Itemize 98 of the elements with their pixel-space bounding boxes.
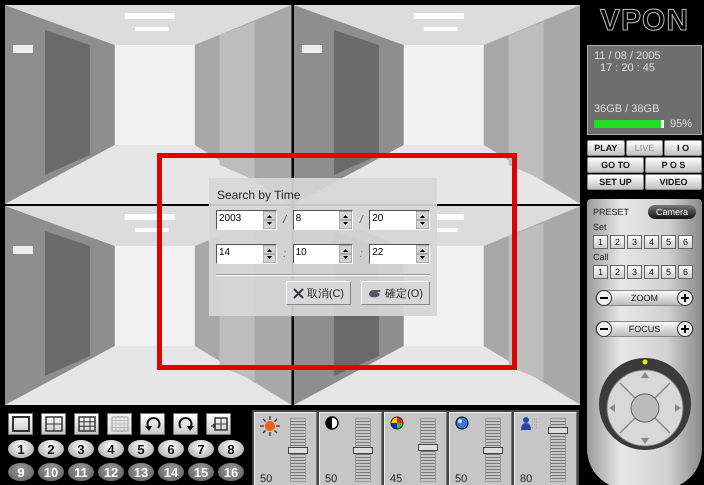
spin-arrows-icon	[262, 211, 276, 229]
call-label: Call	[593, 252, 610, 262]
preset-set-button[interactable]: 6	[678, 235, 693, 249]
decrease-button[interactable]	[596, 290, 612, 306]
channel-button[interactable]: 6	[158, 440, 184, 458]
layout-button[interactable]	[140, 413, 165, 435]
layout-button[interactable]	[173, 413, 198, 435]
mode-button[interactable]: VIDEO	[645, 174, 702, 190]
mode-button[interactable]: PLAY	[587, 140, 625, 156]
adjust-slider[interactable]	[355, 418, 371, 482]
rotate-right-icon	[176, 416, 194, 432]
time-separator: :	[358, 248, 364, 260]
channel-button[interactable]: 5	[128, 440, 154, 458]
preset-call-button[interactable]: 3	[627, 265, 642, 279]
preset-call-button[interactable]: 1	[593, 265, 608, 279]
picture-in-picture-icon	[210, 416, 228, 432]
slider-thumb[interactable]	[353, 447, 373, 454]
date-text: 11 / 08 / 2005	[594, 50, 662, 62]
spin-arrows-icon	[262, 245, 276, 263]
layout-button[interactable]	[41, 413, 66, 435]
adjust-value: 50	[260, 473, 274, 485]
layout-button[interactable]	[8, 413, 33, 435]
time-spin-field[interactable]: 10	[292, 244, 354, 264]
date-separator: /	[282, 214, 288, 226]
slider-thumb[interactable]	[483, 447, 503, 454]
adjust-value: 50	[325, 473, 338, 485]
preset-call-button[interactable]: 5	[661, 265, 676, 279]
preset-call-button[interactable]: 6	[678, 265, 693, 279]
spin-arrows-icon	[416, 245, 429, 263]
usage-percent: 95%	[670, 118, 692, 130]
sixteen-view-icon	[110, 416, 128, 432]
adjust-slider[interactable]	[485, 418, 501, 482]
time-separator: :	[282, 248, 288, 260]
time-spin-field[interactable]: 14	[216, 244, 277, 264]
channel-button[interactable]: 3	[68, 440, 94, 458]
lens-label: FOCUS	[628, 324, 660, 334]
minus-icon	[600, 328, 608, 330]
date-spin-field[interactable]: 20	[369, 210, 430, 230]
camera-button[interactable]: Camera	[648, 205, 696, 219]
preset-set-button[interactable]: 5	[661, 235, 676, 249]
spin-arrows-icon	[339, 245, 352, 263]
adjust-value: 50	[455, 473, 468, 485]
mode-button[interactable]: P O S	[645, 157, 702, 173]
adjust-slider[interactable]	[420, 418, 436, 482]
plus-icon	[681, 294, 689, 302]
color-wheel-icon	[390, 416, 404, 430]
increase-button[interactable]	[677, 290, 693, 306]
storage-text: 36GB / 38GB	[594, 103, 660, 115]
layout-button[interactable]	[74, 413, 99, 435]
set-label: Set	[593, 222, 608, 232]
sun-icon	[260, 416, 280, 436]
channel-button[interactable]: 2	[38, 440, 64, 458]
preset-label: PRESET	[593, 207, 630, 217]
spin-arrows-icon	[416, 211, 429, 229]
figure-icon	[520, 416, 538, 430]
preset-call-button[interactable]: 2	[610, 265, 625, 279]
sphere-icon	[455, 416, 469, 430]
layout-button[interactable]	[206, 413, 231, 435]
cross-icon	[292, 288, 304, 298]
preset-set-button[interactable]: 4	[644, 235, 659, 249]
slider-thumb[interactable]	[288, 447, 308, 454]
channel-button[interactable]: 8	[218, 440, 244, 458]
date-spin-field[interactable]: 8	[292, 210, 354, 230]
time-spin-field[interactable]: 22	[369, 244, 430, 264]
increase-button[interactable]	[677, 321, 693, 337]
slider-thumb[interactable]	[418, 444, 438, 452]
ok-button[interactable]: 確定(O)	[361, 281, 430, 305]
channel-button[interactable]: 4	[98, 440, 124, 458]
preset-set-button[interactable]: 1	[593, 235, 608, 249]
contrast-icon	[325, 416, 339, 430]
date-separator: /	[358, 214, 364, 226]
logo: VPON	[598, 4, 690, 39]
spin-arrows-icon	[339, 211, 352, 229]
time-text: 17 : 20 : 45	[600, 62, 656, 74]
mode-button[interactable]: SET UP	[587, 174, 644, 190]
cancel-button[interactable]: 取消(C)	[286, 281, 352, 305]
dialog-title: Search by Time	[217, 188, 302, 202]
slider-thumb[interactable]	[548, 427, 568, 434]
channel-button[interactable]: 7	[188, 440, 214, 458]
minus-icon	[600, 297, 608, 299]
lens-label: ZOOM	[631, 293, 658, 303]
mode-button[interactable]: GO TO	[587, 157, 644, 173]
adjust-slider[interactable]	[290, 418, 306, 482]
decrease-button[interactable]	[596, 321, 612, 337]
single-view-icon	[12, 416, 30, 432]
adjust-slider[interactable]	[550, 418, 566, 482]
plus-icon	[681, 325, 689, 333]
nine-view-icon	[78, 416, 96, 432]
date-spin-field[interactable]: 2003	[216, 210, 277, 230]
adjust-value: 80	[520, 473, 534, 485]
preset-set-button[interactable]: 2	[610, 235, 625, 249]
channel-button[interactable]: 1	[8, 440, 34, 458]
adjust-value: 45	[390, 473, 404, 485]
mode-button[interactable]: I O	[664, 140, 702, 156]
preset-set-button[interactable]: 3	[627, 235, 642, 249]
rotate-left-icon	[144, 416, 162, 432]
quad-view-icon	[44, 416, 62, 432]
preset-call-button[interactable]: 4	[644, 265, 659, 279]
